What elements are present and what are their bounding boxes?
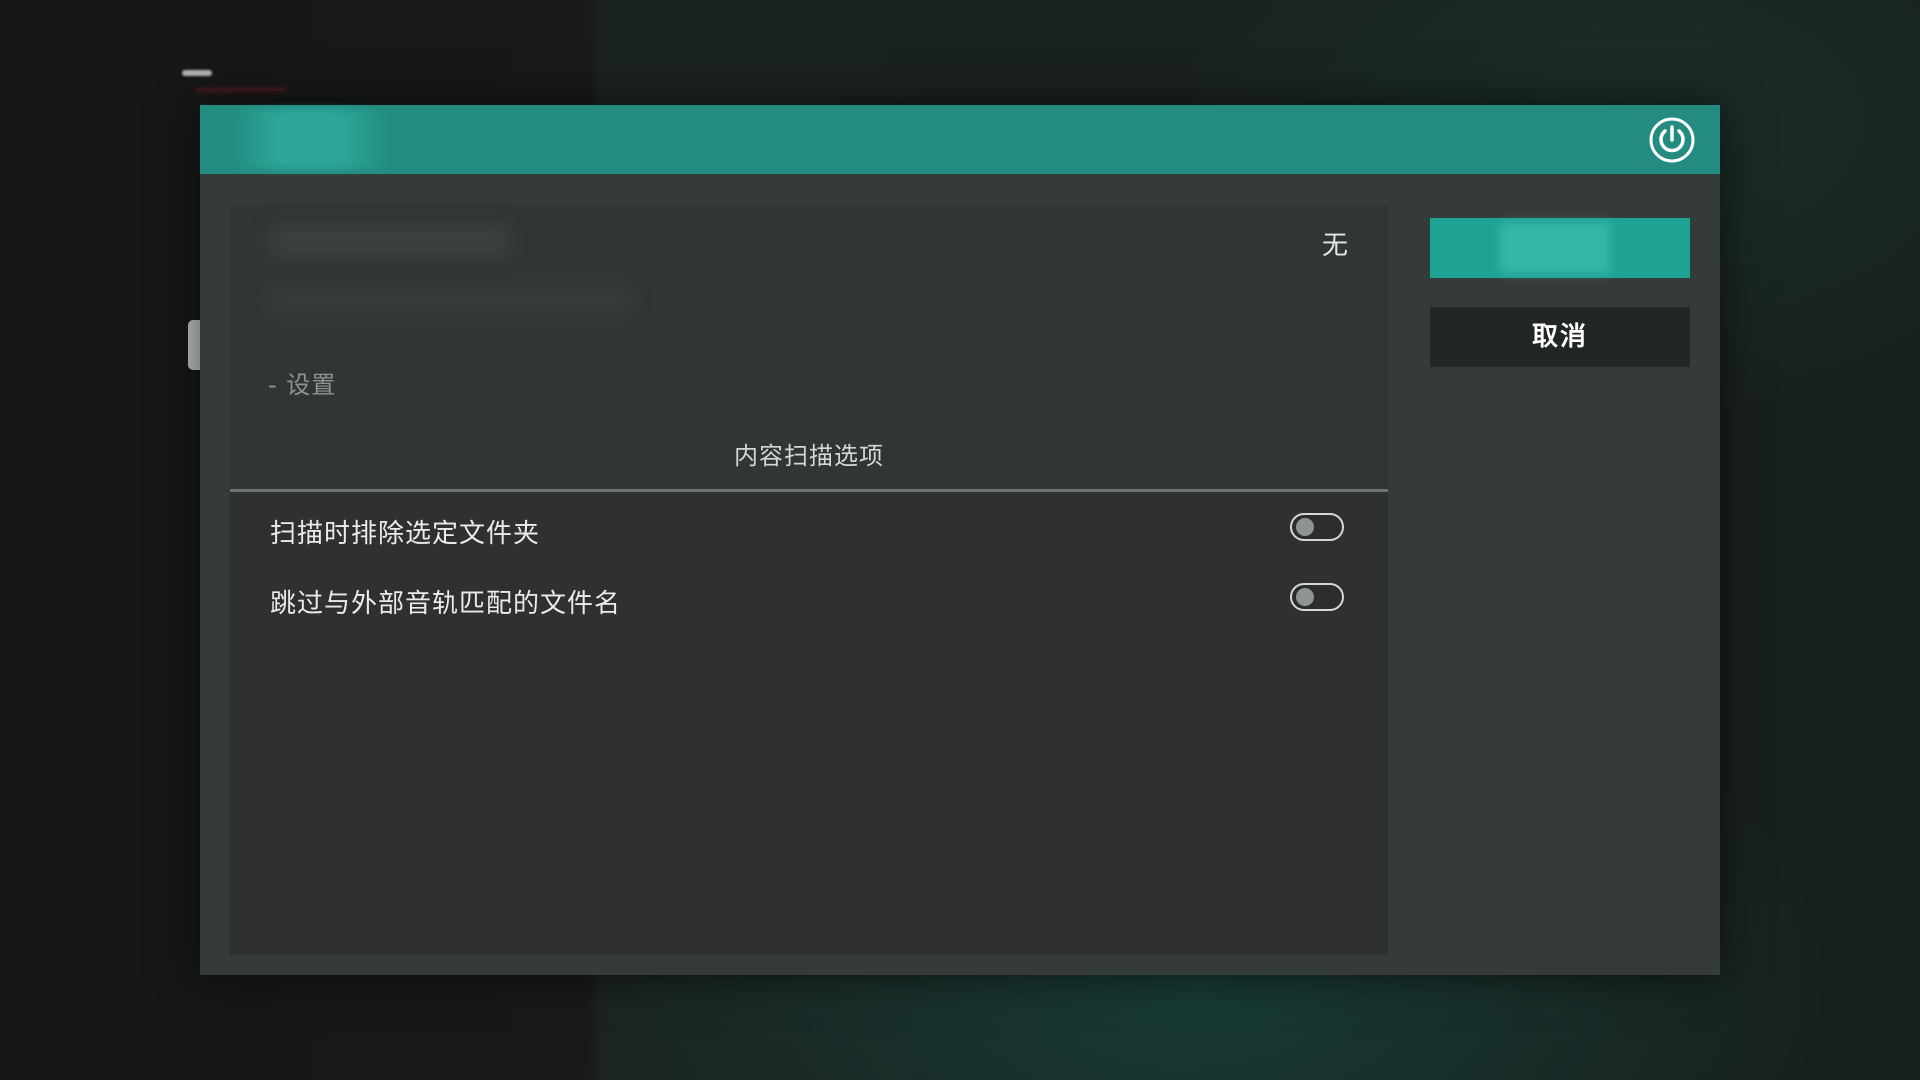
option-label: 跳过与外部音轨匹配的文件名 xyxy=(270,589,622,619)
confirm-button-label xyxy=(1500,222,1610,274)
breadcrumb: - 设置 xyxy=(268,371,337,399)
confirm-button[interactable] xyxy=(1430,218,1690,278)
power-icon xyxy=(1649,117,1695,163)
current-value: 无 xyxy=(1321,231,1348,261)
section-title: 内容扫描选项 xyxy=(734,442,884,470)
toggle-knob xyxy=(1296,588,1314,606)
panel-header: 无 - 设置 内容扫描选项 xyxy=(230,205,1388,491)
power-button[interactable] xyxy=(1648,116,1696,164)
option-exclude-folders[interactable]: 扫描时排除选定文件夹 xyxy=(230,498,1388,558)
option-label: 扫描时排除选定文件夹 xyxy=(270,519,541,549)
exclude-folders-toggle[interactable] xyxy=(1290,513,1344,541)
dialog-title xyxy=(230,109,390,169)
background-artifact-red xyxy=(196,88,286,92)
toggle-knob xyxy=(1296,518,1314,536)
settings-dialog: 无 - 设置 内容扫描选项 扫描时排除选定文件夹 跳过与外部音轨匹配的文件名 取… xyxy=(200,105,1720,975)
skip-external-audio-toggle[interactable] xyxy=(1290,583,1344,611)
option-skip-external-audio[interactable]: 跳过与外部音轨匹配的文件名 xyxy=(230,568,1388,628)
blurred-heading xyxy=(270,223,510,259)
background-artifact xyxy=(182,70,212,76)
settings-panel: 无 - 设置 内容扫描选项 扫描时排除选定文件夹 跳过与外部音轨匹配的文件名 xyxy=(230,205,1388,955)
cancel-button[interactable]: 取消 xyxy=(1430,307,1690,367)
divider xyxy=(230,489,1388,492)
side-tab-handle xyxy=(188,320,200,370)
blurred-subheading xyxy=(270,285,630,315)
dialog-header xyxy=(200,105,1720,174)
